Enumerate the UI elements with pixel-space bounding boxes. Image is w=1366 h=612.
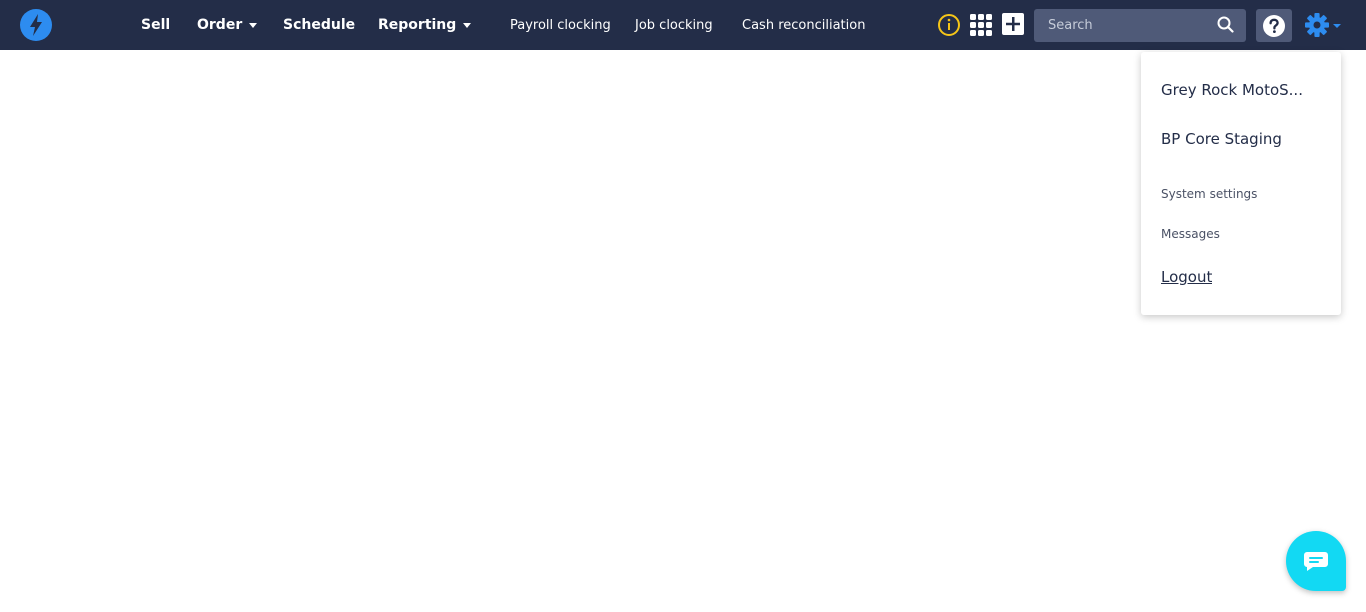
menu-item-store[interactable]: Grey Rock MotoS... — [1161, 81, 1303, 99]
search-box — [1034, 9, 1246, 42]
settings-dropdown-menu: Grey Rock MotoS... BP Core Staging Syste… — [1141, 52, 1341, 315]
menu-item-messages[interactable]: Messages — [1161, 227, 1220, 241]
gear-icon — [1305, 13, 1341, 37]
nav-schedule[interactable]: Schedule — [283, 0, 355, 50]
nav-job-clocking-label: Job clocking — [635, 17, 713, 33]
menu-item-environment[interactable]: BP Core Staging — [1161, 130, 1282, 148]
nav-sell-label: Sell — [141, 17, 171, 33]
nav-payroll-clocking[interactable]: Payroll clocking — [510, 0, 611, 50]
help-button[interactable] — [1256, 9, 1292, 42]
nav-reporting-label: Reporting — [378, 17, 457, 33]
nav-payroll-clocking-label: Payroll clocking — [510, 17, 611, 33]
chat-icon — [1304, 552, 1328, 571]
nav-schedule-label: Schedule — [283, 17, 356, 33]
menu-item-system-settings[interactable]: System settings — [1161, 187, 1257, 201]
menu-item-logout[interactable]: Logout — [1161, 268, 1212, 286]
caret-down-icon — [249, 22, 258, 28]
caret-down-icon — [1333, 24, 1341, 28]
question-icon — [1263, 15, 1285, 37]
top-navbar: Sell Order Schedule Reporting Payroll cl… — [0, 0, 1366, 50]
nav-order[interactable]: Order — [197, 0, 258, 50]
settings-button[interactable] — [1304, 12, 1344, 40]
nav-sell[interactable]: Sell — [141, 0, 170, 50]
chat-button[interactable] — [1286, 531, 1346, 591]
plus-icon[interactable] — [1002, 13, 1024, 35]
nav-cash-reconciliation[interactable]: Cash reconciliation — [742, 0, 865, 50]
grid-icon[interactable] — [969, 13, 993, 37]
nav-job-clocking[interactable]: Job clocking — [635, 0, 713, 50]
search-icon[interactable] — [1217, 16, 1234, 37]
nav-cash-reconciliation-label: Cash reconciliation — [742, 17, 866, 33]
nav-reporting[interactable]: Reporting — [378, 0, 472, 50]
info-circle-icon[interactable] — [937, 13, 961, 37]
caret-down-icon — [463, 22, 472, 28]
search-input[interactable] — [1034, 9, 1214, 42]
lightning-bolt-icon[interactable] — [20, 9, 52, 41]
nav-order-label: Order — [197, 17, 243, 33]
